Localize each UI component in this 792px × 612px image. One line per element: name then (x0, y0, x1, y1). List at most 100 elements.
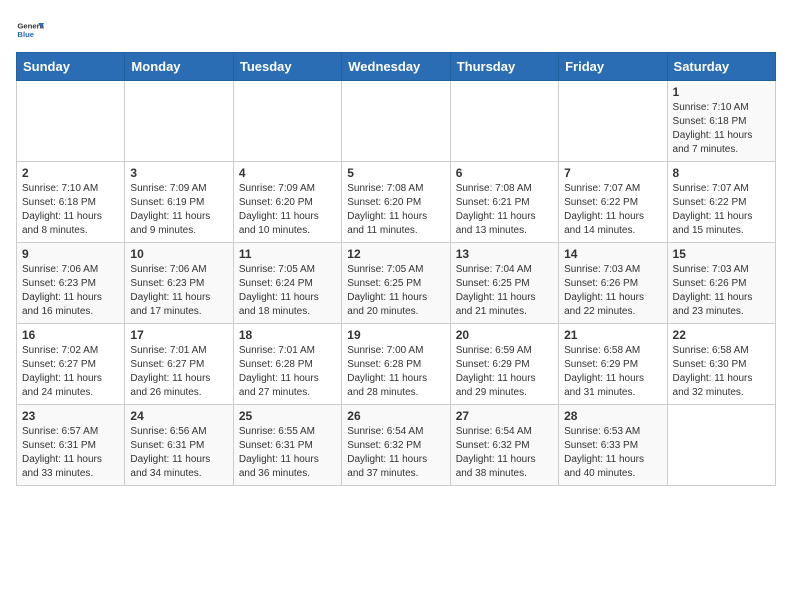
day-info: Sunrise: 7:01 AM Sunset: 6:28 PM Dayligh… (239, 344, 336, 400)
calendar-cell: 2 Sunrise: 7:10 AM Sunset: 6:18 PM Daylig… (17, 162, 125, 243)
day-number: 21 (564, 328, 661, 342)
calendar-cell: 18 Sunrise: 7:01 AM Sunset: 6:28 PM Dayli… (233, 324, 341, 405)
calendar-cell: 21 Sunrise: 6:58 AM Sunset: 6:29 PM Dayli… (559, 324, 667, 405)
day-info: Sunrise: 6:54 AM Sunset: 6:32 PM Dayligh… (347, 425, 444, 481)
day-number: 2 (22, 166, 119, 180)
calendar-week-1: 2 Sunrise: 7:10 AM Sunset: 6:18 PM Daylig… (17, 162, 776, 243)
calendar-cell: 27 Sunrise: 6:54 AM Sunset: 6:32 PM Dayli… (450, 405, 558, 486)
calendar-cell: 22 Sunrise: 6:58 AM Sunset: 6:30 PM Dayli… (667, 324, 775, 405)
day-number: 8 (673, 166, 770, 180)
day-number: 5 (347, 166, 444, 180)
day-info: Sunrise: 7:10 AM Sunset: 6:18 PM Dayligh… (673, 101, 770, 157)
day-number: 1 (673, 85, 770, 99)
svg-text:Blue: Blue (17, 30, 34, 39)
day-info: Sunrise: 7:02 AM Sunset: 6:27 PM Dayligh… (22, 344, 119, 400)
calendar-cell: 13 Sunrise: 7:04 AM Sunset: 6:25 PM Dayli… (450, 243, 558, 324)
day-number: 10 (130, 247, 227, 261)
day-info: Sunrise: 7:04 AM Sunset: 6:25 PM Dayligh… (456, 263, 553, 319)
day-number: 4 (239, 166, 336, 180)
day-info: Sunrise: 7:05 AM Sunset: 6:25 PM Dayligh… (347, 263, 444, 319)
day-number: 11 (239, 247, 336, 261)
day-number: 24 (130, 409, 227, 423)
day-number: 15 (673, 247, 770, 261)
day-info: Sunrise: 7:09 AM Sunset: 6:19 PM Dayligh… (130, 182, 227, 238)
calendar-cell (667, 405, 775, 486)
calendar-cell: 19 Sunrise: 7:00 AM Sunset: 6:28 PM Dayli… (342, 324, 450, 405)
logo-icon: General Blue (16, 16, 44, 44)
logo: General Blue (16, 16, 44, 44)
day-number: 7 (564, 166, 661, 180)
day-number: 18 (239, 328, 336, 342)
day-info: Sunrise: 6:54 AM Sunset: 6:32 PM Dayligh… (456, 425, 553, 481)
day-number: 12 (347, 247, 444, 261)
day-number: 23 (22, 409, 119, 423)
calendar-cell: 3 Sunrise: 7:09 AM Sunset: 6:19 PM Daylig… (125, 162, 233, 243)
day-info: Sunrise: 7:01 AM Sunset: 6:27 PM Dayligh… (130, 344, 227, 400)
col-header-friday: Friday (559, 53, 667, 81)
calendar-cell (450, 81, 558, 162)
calendar-cell (125, 81, 233, 162)
day-info: Sunrise: 6:58 AM Sunset: 6:30 PM Dayligh… (673, 344, 770, 400)
day-info: Sunrise: 6:59 AM Sunset: 6:29 PM Dayligh… (456, 344, 553, 400)
col-header-saturday: Saturday (667, 53, 775, 81)
day-number: 14 (564, 247, 661, 261)
day-info: Sunrise: 6:57 AM Sunset: 6:31 PM Dayligh… (22, 425, 119, 481)
col-header-thursday: Thursday (450, 53, 558, 81)
calendar-week-0: 1 Sunrise: 7:10 AM Sunset: 6:18 PM Daylig… (17, 81, 776, 162)
col-header-tuesday: Tuesday (233, 53, 341, 81)
calendar-cell: 7Sunrise: 7:07 AM Sunset: 6:22 PM Daylig… (559, 162, 667, 243)
day-info: Sunrise: 7:00 AM Sunset: 6:28 PM Dayligh… (347, 344, 444, 400)
calendar-cell: 11 Sunrise: 7:05 AM Sunset: 6:24 PM Dayli… (233, 243, 341, 324)
day-info: Sunrise: 6:56 AM Sunset: 6:31 PM Dayligh… (130, 425, 227, 481)
col-header-sunday: Sunday (17, 53, 125, 81)
calendar-cell: 10 Sunrise: 7:06 AM Sunset: 6:23 PM Dayli… (125, 243, 233, 324)
day-info: Sunrise: 6:55 AM Sunset: 6:31 PM Dayligh… (239, 425, 336, 481)
page-header: General Blue (16, 16, 776, 44)
calendar-cell: 15 Sunrise: 7:03 AM Sunset: 6:26 PM Dayli… (667, 243, 775, 324)
day-info: Sunrise: 7:08 AM Sunset: 6:21 PM Dayligh… (456, 182, 553, 238)
calendar-cell: 9 Sunrise: 7:06 AM Sunset: 6:23 PM Daylig… (17, 243, 125, 324)
calendar-cell: 23 Sunrise: 6:57 AM Sunset: 6:31 PM Dayli… (17, 405, 125, 486)
calendar-header-row: SundayMondayTuesdayWednesdayThursdayFrid… (17, 53, 776, 81)
calendar-cell: 8 Sunrise: 7:07 AM Sunset: 6:22 PM Daylig… (667, 162, 775, 243)
day-number: 6 (456, 166, 553, 180)
calendar-cell: 20 Sunrise: 6:59 AM Sunset: 6:29 PM Dayli… (450, 324, 558, 405)
calendar-cell (342, 81, 450, 162)
calendar-cell (559, 81, 667, 162)
calendar-cell: 14Sunrise: 7:03 AM Sunset: 6:26 PM Dayli… (559, 243, 667, 324)
day-number: 26 (347, 409, 444, 423)
col-header-wednesday: Wednesday (342, 53, 450, 81)
calendar-cell: 5 Sunrise: 7:08 AM Sunset: 6:20 PM Daylig… (342, 162, 450, 243)
day-number: 16 (22, 328, 119, 342)
calendar-cell: 26 Sunrise: 6:54 AM Sunset: 6:32 PM Dayli… (342, 405, 450, 486)
day-info: Sunrise: 7:09 AM Sunset: 6:20 PM Dayligh… (239, 182, 336, 238)
day-number: 28 (564, 409, 661, 423)
calendar-cell (233, 81, 341, 162)
day-info: Sunrise: 7:03 AM Sunset: 6:26 PM Dayligh… (673, 263, 770, 319)
calendar-cell: 25Sunrise: 6:55 AM Sunset: 6:31 PM Dayli… (233, 405, 341, 486)
day-number: 27 (456, 409, 553, 423)
day-number: 3 (130, 166, 227, 180)
calendar-week-4: 23 Sunrise: 6:57 AM Sunset: 6:31 PM Dayli… (17, 405, 776, 486)
calendar-cell: 16 Sunrise: 7:02 AM Sunset: 6:27 PM Dayli… (17, 324, 125, 405)
calendar-cell: 6 Sunrise: 7:08 AM Sunset: 6:21 PM Daylig… (450, 162, 558, 243)
day-info: Sunrise: 7:05 AM Sunset: 6:24 PM Dayligh… (239, 263, 336, 319)
day-info: Sunrise: 7:10 AM Sunset: 6:18 PM Dayligh… (22, 182, 119, 238)
calendar-cell (17, 81, 125, 162)
day-number: 20 (456, 328, 553, 342)
calendar-cell: 17Sunrise: 7:01 AM Sunset: 6:27 PM Dayli… (125, 324, 233, 405)
day-info: Sunrise: 7:08 AM Sunset: 6:20 PM Dayligh… (347, 182, 444, 238)
day-info: Sunrise: 7:06 AM Sunset: 6:23 PM Dayligh… (130, 263, 227, 319)
day-info: Sunrise: 6:58 AM Sunset: 6:29 PM Dayligh… (564, 344, 661, 400)
calendar-week-2: 9 Sunrise: 7:06 AM Sunset: 6:23 PM Daylig… (17, 243, 776, 324)
day-info: Sunrise: 7:06 AM Sunset: 6:23 PM Dayligh… (22, 263, 119, 319)
day-number: 13 (456, 247, 553, 261)
day-info: Sunrise: 6:53 AM Sunset: 6:33 PM Dayligh… (564, 425, 661, 481)
calendar-cell: 12 Sunrise: 7:05 AM Sunset: 6:25 PM Dayli… (342, 243, 450, 324)
day-info: Sunrise: 7:07 AM Sunset: 6:22 PM Dayligh… (673, 182, 770, 238)
day-number: 9 (22, 247, 119, 261)
col-header-monday: Monday (125, 53, 233, 81)
day-number: 19 (347, 328, 444, 342)
calendar-week-3: 16 Sunrise: 7:02 AM Sunset: 6:27 PM Dayli… (17, 324, 776, 405)
day-number: 22 (673, 328, 770, 342)
